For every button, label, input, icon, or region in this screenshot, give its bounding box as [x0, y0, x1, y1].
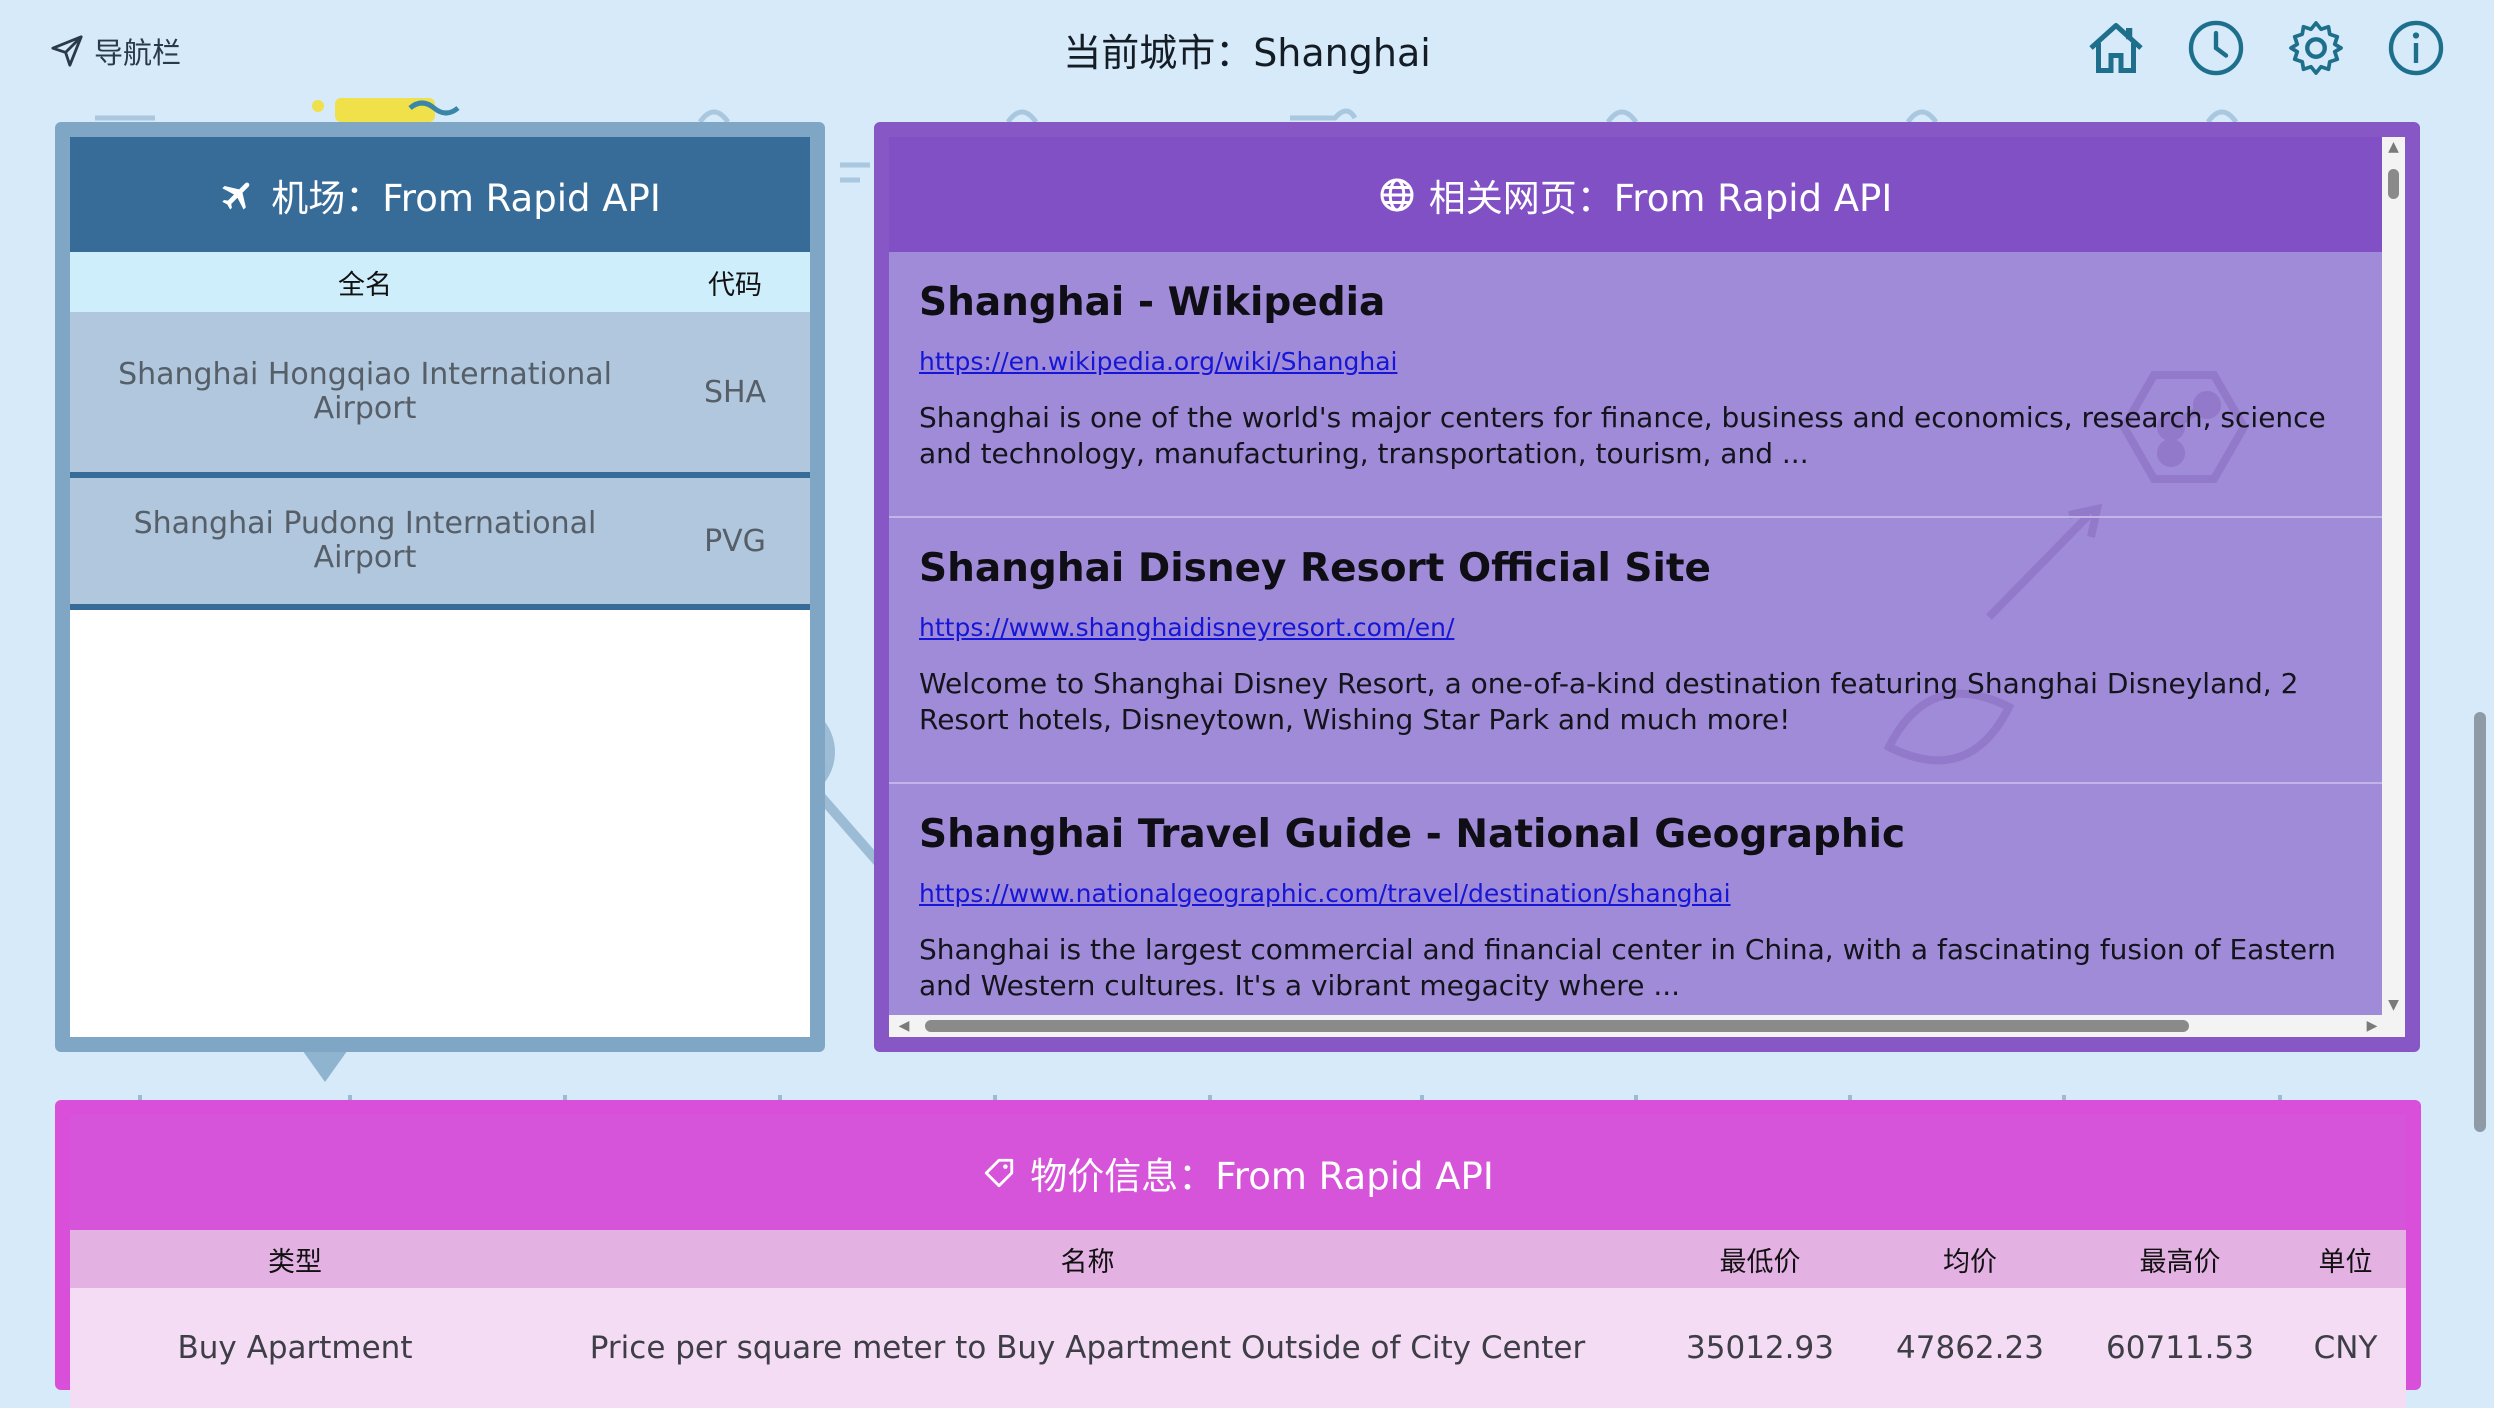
column-header-code: 代码 — [708, 269, 762, 301]
scroll-up-icon[interactable]: ▲ — [2382, 137, 2405, 157]
price-min: 35012.93 — [1686, 1330, 1834, 1366]
settings-button[interactable] — [2286, 15, 2346, 81]
horizontal-scrollbar[interactable]: ◀ ▶ — [889, 1015, 2405, 1037]
price-panel-header: 物价信息：From Rapid API — [70, 1115, 2406, 1230]
price-name: Price per square meter to Buy Apartment … — [589, 1330, 1586, 1366]
result-link[interactable]: https://www.shanghaidisneyresort.com/en/ — [919, 613, 2374, 642]
clock-icon — [2188, 20, 2244, 76]
airport-panel-header: 机场：From Rapid API — [70, 137, 810, 252]
about-button[interactable] — [2386, 15, 2446, 81]
column-header-name: 全名 — [338, 269, 392, 301]
scroll-right-icon[interactable]: ▶ — [2361, 1015, 2383, 1037]
price-panel: 物价信息：From Rapid API 类型 名称 最低价 均价 最高价 单位 … — [55, 1100, 2421, 1408]
result-description: Shanghai is the largest commercial and f… — [919, 933, 2336, 1002]
price-unit: CNY — [2313, 1330, 2378, 1366]
scroll-left-icon[interactable]: ◀ — [893, 1015, 915, 1037]
result-title: Shanghai Travel Guide - National Geograp… — [919, 812, 1906, 857]
price-panel-title: 物价信息：From Rapid API — [1030, 1154, 1494, 1198]
list-item: Shanghai Disney Resort Official Site htt… — [889, 518, 2382, 784]
airplane-icon — [222, 182, 250, 210]
top-toolbar — [2086, 15, 2446, 81]
table-row[interactable]: Shanghai Hongqiao International Airport … — [70, 312, 810, 478]
web-pages-panel-title: 相关网页：From Rapid API — [1428, 176, 1893, 220]
result-link[interactable]: https://www.nationalgeographic.com/trave… — [919, 879, 2374, 908]
tag-icon — [985, 1158, 1014, 1187]
web-pages-panel: 相关网页：From Rapid API Shanghai - Wikipedia… — [874, 122, 2420, 1052]
column-header-name: 名称 — [1060, 1246, 1115, 1278]
airport-panel-title: 机场：From Rapid API — [271, 176, 661, 220]
scrollbar-thumb[interactable] — [2474, 712, 2486, 1132]
price-max: 60711.53 — [2106, 1330, 2254, 1366]
history-button[interactable] — [2186, 15, 2246, 81]
result-title: Shanghai - Wikipedia — [919, 280, 1386, 325]
airport-code: SHA — [703, 374, 767, 410]
airport-name: Shanghai Pudong International Airport — [133, 506, 597, 575]
web-results-list[interactable]: Shanghai - Wikipedia https://en.wikipedi… — [889, 252, 2382, 1015]
list-item: Shanghai - Wikipedia https://en.wikipedi… — [889, 252, 2382, 518]
result-title: Shanghai Disney Resort Official Site — [919, 546, 1711, 591]
price-avg: 47862.23 — [1896, 1330, 2044, 1366]
result-description: Shanghai is one of the world's major cen… — [919, 401, 2326, 470]
window-scrollbar[interactable] — [2468, 0, 2494, 1378]
info-icon — [2388, 20, 2444, 76]
home-button[interactable] — [2086, 15, 2146, 81]
vertical-scrollbar[interactable]: ▲ ▼ — [2382, 137, 2405, 1015]
airport-table-header: 全名 代码 — [70, 252, 810, 312]
result-link[interactable]: https://en.wikipedia.org/wiki/Shanghai — [919, 347, 2374, 376]
gear-icon — [2289, 21, 2343, 75]
column-header-min: 最低价 — [1719, 1246, 1801, 1278]
web-pages-panel-header: 相关网页：From Rapid API — [889, 137, 2382, 252]
column-header-avg: 均价 — [1943, 1246, 1997, 1278]
scrollbar-thumb[interactable] — [2388, 169, 2399, 199]
table-row[interactable]: Buy Apartment Price per square meter to … — [70, 1288, 2406, 1408]
airport-name: Shanghai Hongqiao International Airport — [118, 357, 612, 426]
column-header-unit: 单位 — [2318, 1246, 2373, 1278]
price-table-header: 类型 名称 最低价 均价 最高价 单位 — [70, 1230, 2406, 1288]
home-icon — [2089, 23, 2143, 73]
price-type: Buy Apartment — [177, 1330, 413, 1366]
airport-panel: 机场：From Rapid API 全名 代码 Shanghai Hongqia… — [55, 122, 825, 1052]
result-description: Welcome to Shanghai Disney Resort, a one… — [919, 667, 2299, 736]
table-row[interactable]: Shanghai Pudong International Airport PV… — [70, 478, 810, 610]
scroll-down-icon[interactable]: ▼ — [2382, 995, 2405, 1015]
scrollbar-thumb[interactable] — [925, 1020, 2189, 1032]
list-item: Shanghai Travel Guide - National Geograp… — [889, 784, 2382, 1015]
globe-icon — [1380, 178, 1414, 211]
airport-code: PVG — [704, 523, 766, 559]
column-header-type: 类型 — [268, 1246, 322, 1278]
column-header-max: 最高价 — [2139, 1246, 2221, 1278]
